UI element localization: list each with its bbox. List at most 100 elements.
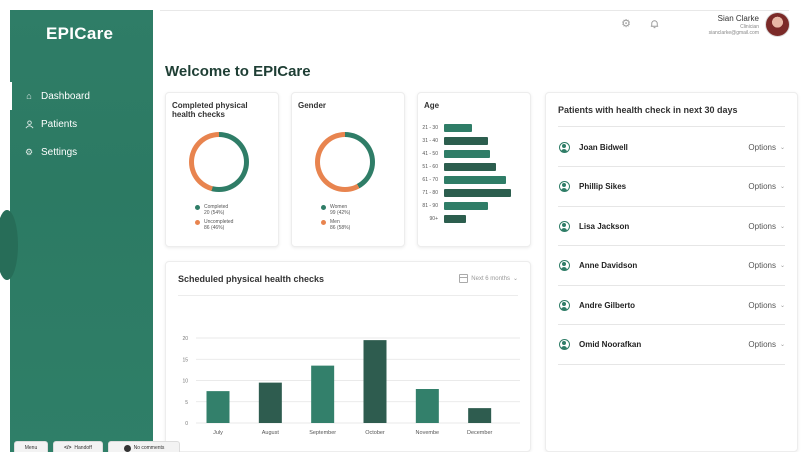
options-label: Options [748,340,776,349]
user-icon [559,339,570,350]
card-title: Gender [298,101,327,110]
patient-row[interactable]: Anne Davidson Options ⌄ [558,247,785,286]
card-title: Age [424,101,440,110]
comment-icon [123,444,131,452]
header-divider [160,10,789,11]
age-row: 51 - 60 [418,162,496,172]
user-info[interactable]: Sian Clarke Clinician sianclarke@gmail.c… [709,14,759,36]
gender-legend: Women 99 (42%) Men 86 (58%) [321,204,350,234]
age-bar [444,202,488,210]
sidebar-decoration [0,210,18,280]
upcoming-patients-card: Patients with health check in next 30 da… [545,92,798,452]
age-bar [444,215,466,223]
age-card: Age 21 - 30 31 - 40 41 - 50 51 - 60 61 - 70 7… [417,92,531,247]
legend-dot [321,205,326,210]
menu-button[interactable]: Menu [14,441,48,452]
legend-value: 86 (46%) [204,225,225,231]
app-logo[interactable]: EPICare [46,24,113,44]
chart-bar[interactable] [468,408,492,423]
options-dropdown[interactable]: Options ⌄ [748,222,785,231]
age-label: 21 - 30 [422,125,438,131]
completed-checks-card: Completed physical health checks Complet… [165,92,279,247]
age-row: 31 - 40 [418,136,488,146]
options-dropdown[interactable]: Options ⌄ [748,143,785,152]
age-bar [444,176,506,184]
sidebar-item-patients[interactable]: Patients [10,110,153,138]
patient-row[interactable]: Joan Bidwell Options ⌄ [558,128,785,167]
age-label: 90+ [429,216,438,222]
chart-bar[interactable] [206,391,230,423]
comments-button[interactable]: No comments [108,441,180,452]
divider [558,126,785,127]
sidebar-item-settings[interactable]: ⚙ Settings [10,138,153,166]
card-title: Patients with health check in next 30 da… [558,105,738,115]
user-icon [559,141,570,153]
sidebar-item-label: Dashboard [41,90,90,102]
chevron-down-icon: ⌄ [779,144,785,151]
options-dropdown[interactable]: Options ⌄ [748,340,785,349]
user-icon [559,260,570,271]
gender-donut [315,132,375,192]
patient-row[interactable]: Omid Noorafkan Options ⌄ [558,326,785,365]
sidebar-item-dashboard[interactable]: ⌂ Dashboard [10,82,153,110]
chart-bar[interactable] [311,365,335,423]
chart-bar[interactable] [415,389,439,423]
settings-icon[interactable]: ⚙ [620,18,632,30]
home-icon: ⌂ [26,91,32,101]
x-tick-label: December [467,430,493,436]
legend-item: Completed 20 (54%) [195,204,233,216]
legend-value: 20 (54%) [204,210,225,216]
user-icon [559,299,570,311]
legend-item: Women 99 (42%) [321,204,350,216]
age-row: 21 - 30 [418,123,472,133]
age-bar [444,150,490,158]
y-tick-label: 20 [182,336,188,342]
age-label: 51 - 60 [422,164,438,170]
legend-dot [195,205,200,210]
bell-icon[interactable] [648,18,660,30]
user-icon [559,220,570,232]
age-label: 41 - 50 [422,151,438,157]
user-icon [559,181,570,192]
legend-dot [321,220,326,225]
patient-name: Andre Gilberto [579,300,636,310]
handoff-button[interactable]: </> Handoff [53,441,103,452]
options-dropdown[interactable]: Options ⌄ [748,301,785,310]
age-row: 61 - 70 [418,175,506,185]
patient-name: Omid Noorafkan [579,340,642,349]
page-title: Welcome to EPICare [165,63,311,80]
age-row: 81 - 90 [418,201,488,211]
gender-card: Gender Women 99 (42%) Men 86 (58%) [291,92,405,247]
legend-value: 99 (42%) [330,210,351,216]
options-label: Options [748,182,776,191]
age-bar [444,137,488,145]
gear-icon: ⚙ [24,146,34,157]
patient-row[interactable]: Lisa Jackson Options ⌄ [558,207,785,246]
users-icon [24,119,34,129]
options-label: Options [748,261,776,270]
options-label: Options [748,300,776,310]
user-email: sianclarke@gmail.com [708,30,759,36]
age-label: 71 - 80 [422,190,438,196]
options-dropdown[interactable]: Options ⌄ [748,182,785,191]
age-bar [444,163,496,171]
patient-name: Lisa Jackson [579,221,630,231]
chevron-down-icon: ⌄ [779,223,785,230]
options-label: Options [748,142,776,152]
y-tick-label: 15 [182,357,188,363]
age-bar [444,124,472,132]
patient-name: Joan Bidwell [579,142,628,152]
user-name: Sian Clarke [717,14,759,23]
sidebar: EPICare ⌂ Dashboard Patients ⚙ Settings [0,10,153,452]
avatar[interactable] [765,12,790,37]
patient-row[interactable]: Andre Gilberto Options ⌄ [558,286,785,325]
chart-bar[interactable] [258,382,282,423]
age-row: 71 - 80 [418,188,511,198]
age-label: 81 - 90 [422,203,438,209]
patient-row[interactable]: Phillip Sikes Options ⌄ [558,168,785,207]
y-tick-label: 0 [185,421,188,427]
sidebar-item-label: Settings [41,146,78,158]
chart-bar[interactable] [363,340,387,423]
options-dropdown[interactable]: Options ⌄ [748,261,785,270]
y-tick-label: 5 [185,400,188,406]
